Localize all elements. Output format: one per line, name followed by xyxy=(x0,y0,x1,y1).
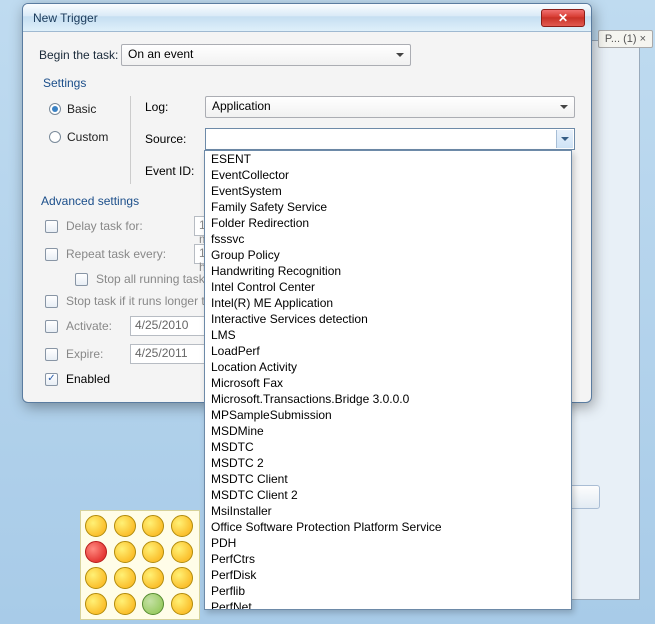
source-option[interactable]: MSDMine xyxy=(205,423,571,439)
source-option[interactable]: Handwriting Recognition xyxy=(205,263,571,279)
source-option[interactable]: MSDTC 2 xyxy=(205,455,571,471)
activate-label: Activate: xyxy=(66,319,122,333)
source-option[interactable]: PerfDisk xyxy=(205,567,571,583)
source-option[interactable]: Location Activity xyxy=(205,359,571,375)
expire-label: Expire: xyxy=(66,347,122,361)
expire-checkbox[interactable] xyxy=(45,348,58,361)
source-option[interactable]: Folder Redirection xyxy=(205,215,571,231)
source-option[interactable]: PerfNet xyxy=(205,599,571,610)
radio-custom[interactable]: Custom xyxy=(49,130,130,144)
stop-running-label: Stop all running tasks xyxy=(96,272,211,286)
emoji-icon[interactable] xyxy=(114,515,136,537)
source-option[interactable]: Intel(R) ME Application xyxy=(205,295,571,311)
emoji-icon[interactable] xyxy=(85,541,107,563)
log-select[interactable]: Application xyxy=(205,96,575,118)
delay-checkbox[interactable] xyxy=(45,220,58,233)
emoji-icon[interactable] xyxy=(114,541,136,563)
emoji-icon[interactable] xyxy=(171,515,193,537)
source-option[interactable]: Group Policy xyxy=(205,247,571,263)
radio-dot-icon xyxy=(49,103,61,115)
chevron-down-icon xyxy=(556,130,573,148)
delay-label: Delay task for: xyxy=(66,219,186,233)
repeat-label: Repeat task every: xyxy=(66,247,186,261)
source-option[interactable]: Intel Control Center xyxy=(205,279,571,295)
source-label: Source: xyxy=(145,132,205,146)
source-option[interactable]: MSDTC Client xyxy=(205,471,571,487)
source-option[interactable]: MSDTC Client 2 xyxy=(205,487,571,503)
source-option[interactable]: EventSystem xyxy=(205,183,571,199)
source-option[interactable]: Family Safety Service xyxy=(205,199,571,215)
radio-dot-icon xyxy=(49,131,61,143)
source-option[interactable]: PDH xyxy=(205,535,571,551)
enabled-checkbox[interactable] xyxy=(45,373,58,386)
emoji-icon[interactable] xyxy=(85,567,107,589)
source-option[interactable]: PerfCtrs xyxy=(205,551,571,567)
repeat-checkbox[interactable] xyxy=(45,248,58,261)
emoji-icon[interactable] xyxy=(171,567,193,589)
source-option[interactable]: MsiInstaller xyxy=(205,503,571,519)
source-option[interactable]: ESENT xyxy=(205,151,571,167)
emoji-icon[interactable] xyxy=(142,515,164,537)
source-option[interactable]: fsssvc xyxy=(205,231,571,247)
emoji-icon[interactable] xyxy=(171,541,193,563)
close-button[interactable]: ✕ xyxy=(541,9,585,27)
background-tab[interactable]: P... (1) × xyxy=(598,30,653,48)
log-label: Log: xyxy=(145,100,205,114)
titlebar: New Trigger ✕ xyxy=(23,4,591,32)
log-value: Application xyxy=(212,99,271,113)
emoji-icon[interactable] xyxy=(85,593,107,615)
source-option[interactable]: Interactive Services detection xyxy=(205,311,571,327)
emoji-icon[interactable] xyxy=(85,515,107,537)
radio-basic[interactable]: Basic xyxy=(49,102,130,116)
source-option[interactable]: Office Software Protection Platform Serv… xyxy=(205,519,571,535)
radio-custom-label: Custom xyxy=(67,130,108,144)
source-option[interactable]: MPSampleSubmission xyxy=(205,407,571,423)
source-select[interactable] xyxy=(205,128,575,150)
source-option[interactable]: LoadPerf xyxy=(205,343,571,359)
enabled-label: Enabled xyxy=(66,372,110,386)
stop-running-checkbox[interactable] xyxy=(75,273,88,286)
source-dropdown-list[interactable]: ESENTEventCollectorEventSystemFamily Saf… xyxy=(204,150,572,610)
emoji-picker xyxy=(80,510,200,620)
radio-basic-label: Basic xyxy=(67,102,96,116)
dialog-title: New Trigger xyxy=(33,11,541,25)
source-option[interactable]: Perflib xyxy=(205,583,571,599)
begin-task-label: Begin the task: xyxy=(39,48,121,62)
emoji-icon[interactable] xyxy=(114,567,136,589)
stop-if-checkbox[interactable] xyxy=(45,295,58,308)
source-option[interactable]: Microsoft Fax xyxy=(205,375,571,391)
activate-checkbox[interactable] xyxy=(45,320,58,333)
emoji-icon[interactable] xyxy=(114,593,136,615)
emoji-icon[interactable] xyxy=(142,541,164,563)
begin-task-select[interactable]: On an event xyxy=(121,44,411,66)
emoji-icon[interactable] xyxy=(171,593,193,615)
source-option[interactable]: LMS xyxy=(205,327,571,343)
eventid-label: Event ID: xyxy=(145,164,205,178)
stop-if-label: Stop task if it runs longer th xyxy=(66,294,211,308)
settings-label: Settings xyxy=(43,76,575,90)
source-option[interactable]: Microsoft.Transactions.Bridge 3.0.0.0 xyxy=(205,391,571,407)
emoji-icon[interactable] xyxy=(142,593,164,615)
source-option[interactable]: MSDTC xyxy=(205,439,571,455)
begin-task-value: On an event xyxy=(128,47,193,61)
emoji-icon[interactable] xyxy=(142,567,164,589)
close-icon: ✕ xyxy=(558,11,568,25)
source-option[interactable]: EventCollector xyxy=(205,167,571,183)
